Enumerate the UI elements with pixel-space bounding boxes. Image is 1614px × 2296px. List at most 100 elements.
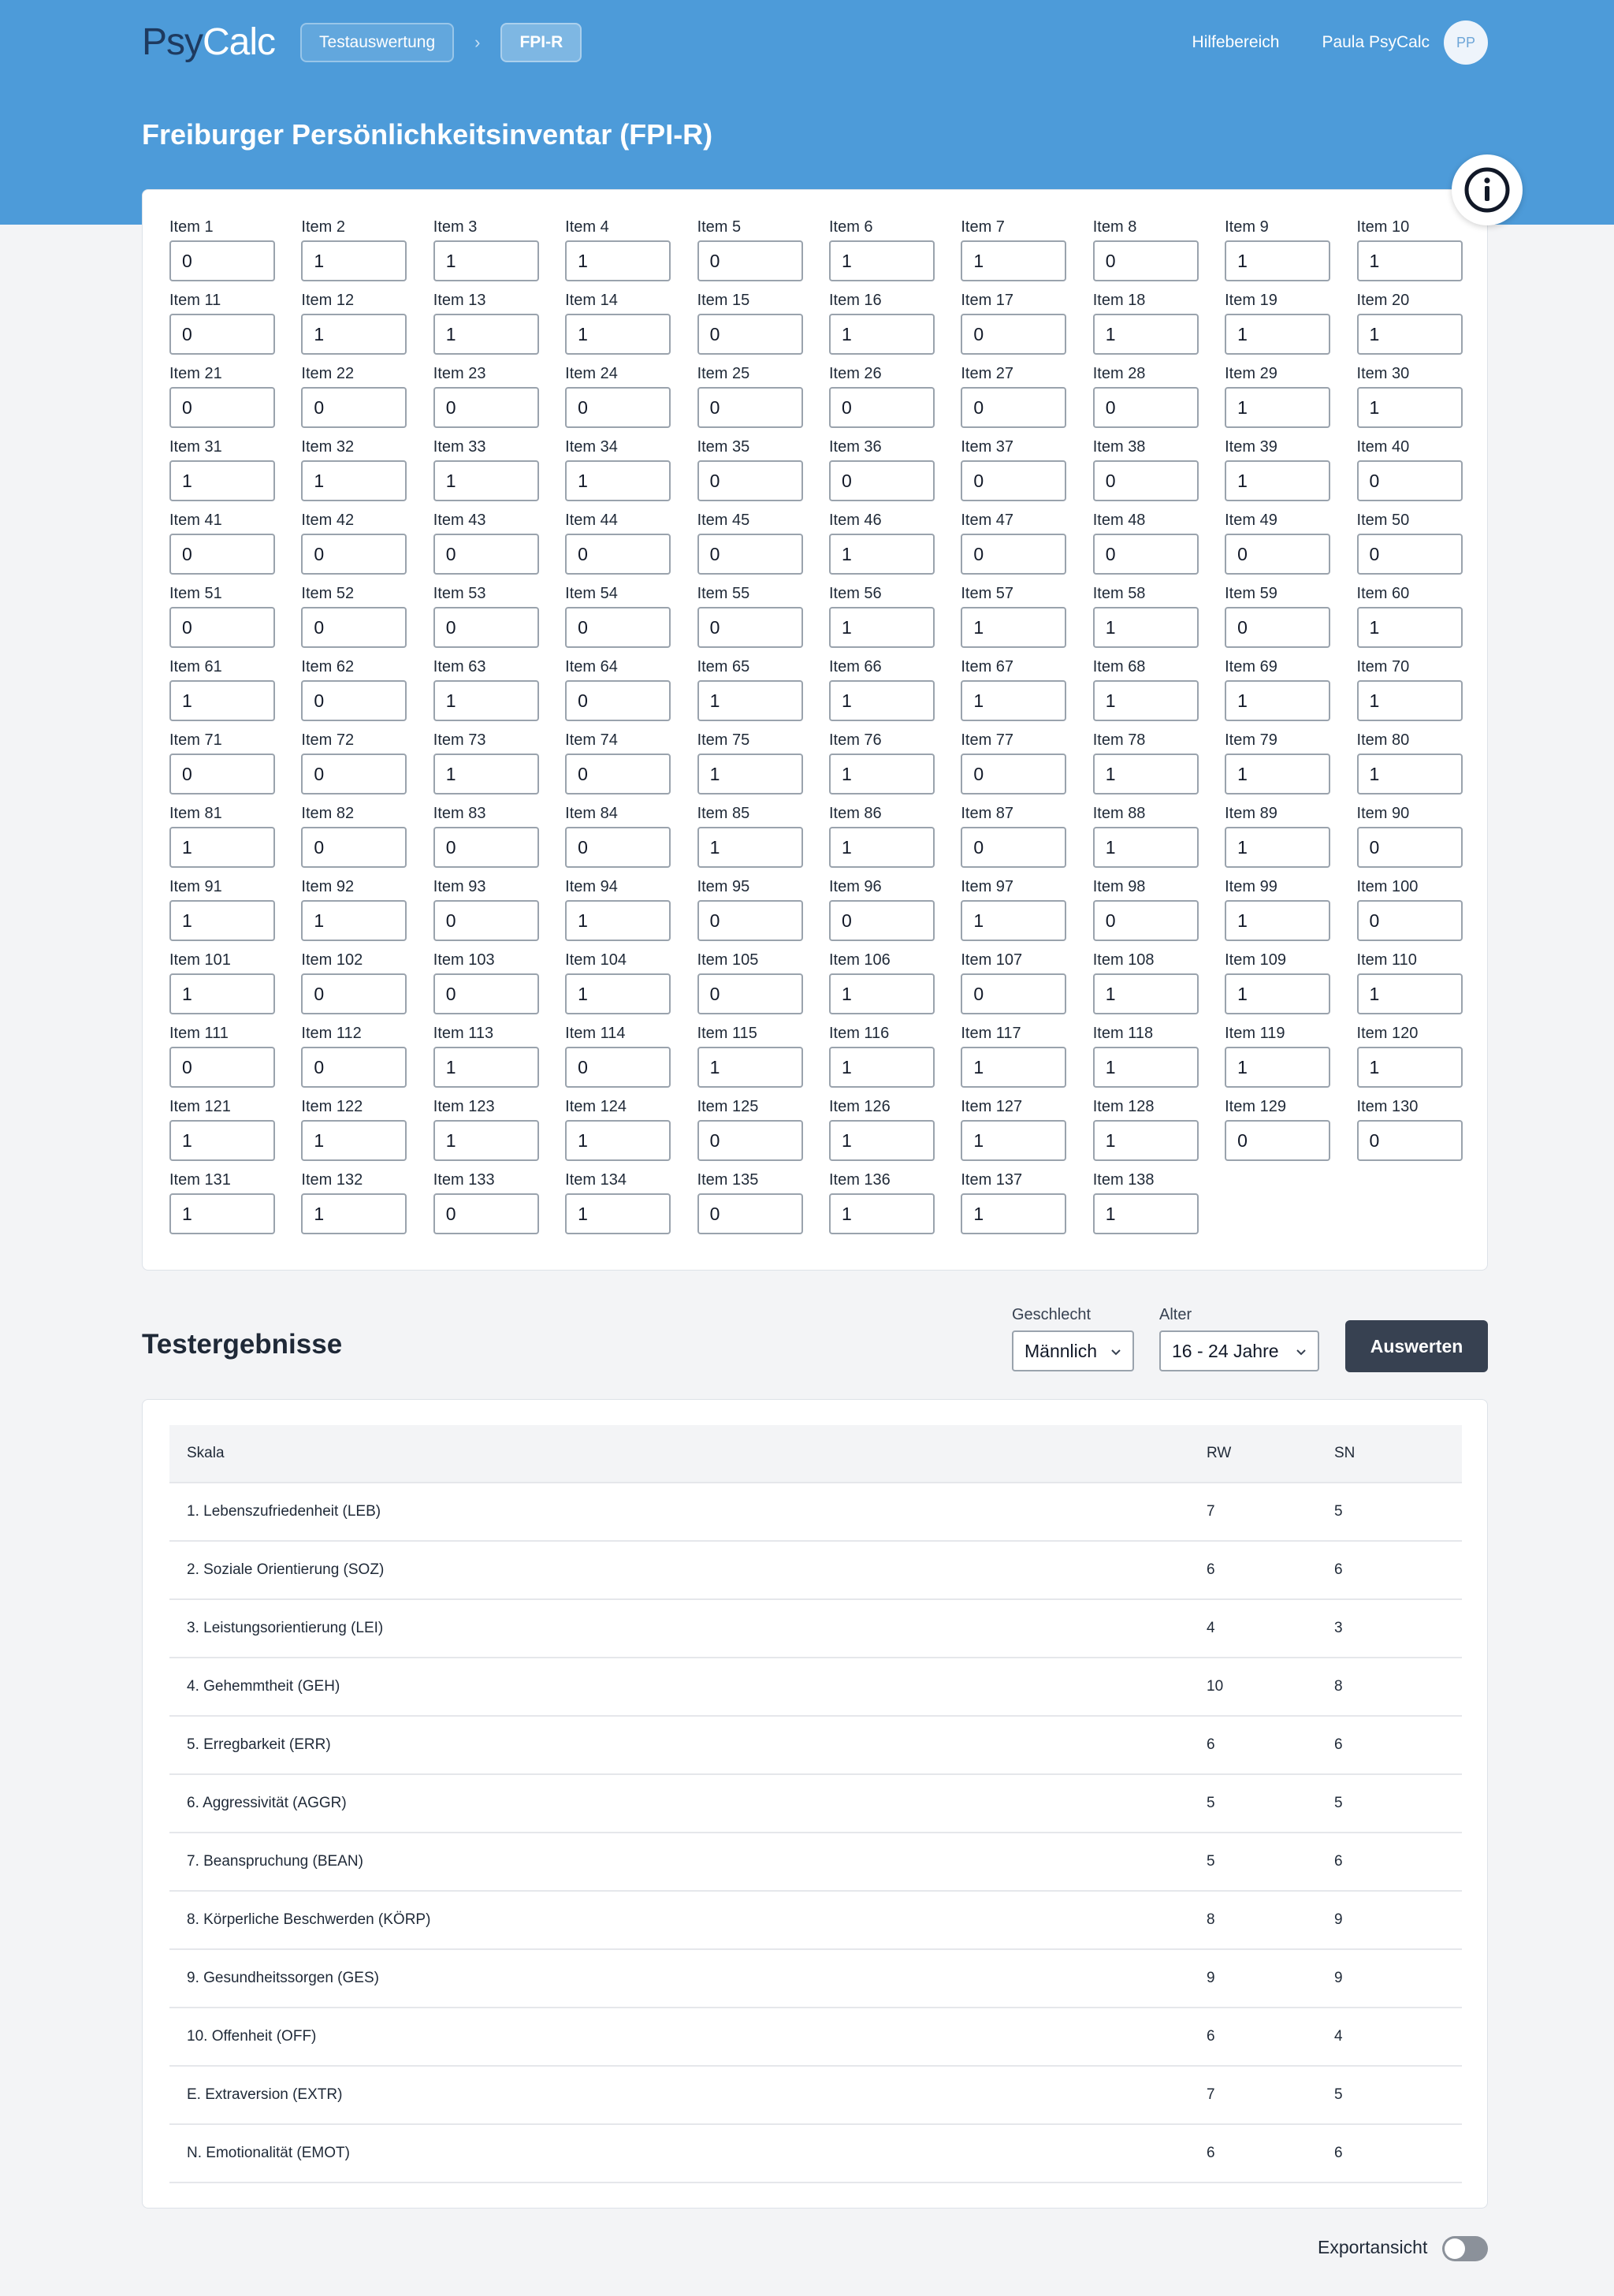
item-input[interactable] xyxy=(169,387,275,428)
item-input[interactable] xyxy=(301,607,407,648)
item-input[interactable] xyxy=(1092,1047,1199,1088)
item-input[interactable] xyxy=(697,240,803,281)
item-input[interactable] xyxy=(961,607,1067,648)
item-input[interactable] xyxy=(169,973,275,1014)
item-input[interactable] xyxy=(301,534,407,575)
item-input[interactable] xyxy=(1092,827,1199,868)
item-input[interactable] xyxy=(697,607,803,648)
item-input[interactable] xyxy=(828,900,935,941)
info-button[interactable] xyxy=(1452,154,1523,225)
item-input[interactable] xyxy=(1356,680,1463,721)
item-input[interactable] xyxy=(1225,1047,1331,1088)
item-input[interactable] xyxy=(1356,314,1463,355)
item-input[interactable] xyxy=(697,680,803,721)
item-input[interactable] xyxy=(1225,680,1331,721)
item-input[interactable] xyxy=(1092,1193,1199,1234)
item-input[interactable] xyxy=(301,900,407,941)
item-input[interactable] xyxy=(1225,827,1331,868)
item-input[interactable] xyxy=(1225,754,1331,794)
item-input[interactable] xyxy=(169,607,275,648)
item-input[interactable] xyxy=(433,534,539,575)
item-input[interactable] xyxy=(1356,534,1463,575)
item-input[interactable] xyxy=(961,534,1067,575)
item-input[interactable] xyxy=(828,1047,935,1088)
item-input[interactable] xyxy=(1225,973,1331,1014)
item-input[interactable] xyxy=(1092,754,1199,794)
item-input[interactable] xyxy=(828,240,935,281)
item-input[interactable] xyxy=(828,607,935,648)
item-input[interactable] xyxy=(1356,754,1463,794)
item-input[interactable] xyxy=(433,607,539,648)
item-input[interactable] xyxy=(433,1193,539,1234)
item-input[interactable] xyxy=(1092,534,1199,575)
item-input[interactable] xyxy=(1225,387,1331,428)
gender-select[interactable]: Männlich xyxy=(1012,1330,1134,1371)
item-input[interactable] xyxy=(301,680,407,721)
item-input[interactable] xyxy=(565,460,671,501)
item-input[interactable] xyxy=(565,240,671,281)
item-input[interactable] xyxy=(433,1120,539,1161)
psycalc-logo[interactable]: PsyCalc xyxy=(142,20,276,65)
item-input[interactable] xyxy=(1356,607,1463,648)
item-input[interactable] xyxy=(697,1193,803,1234)
item-input[interactable] xyxy=(1092,680,1199,721)
item-input[interactable] xyxy=(1356,460,1463,501)
item-input[interactable] xyxy=(433,460,539,501)
item-input[interactable] xyxy=(565,534,671,575)
item-input[interactable] xyxy=(565,827,671,868)
item-input[interactable] xyxy=(697,460,803,501)
item-input[interactable] xyxy=(433,680,539,721)
item-input[interactable] xyxy=(1225,460,1331,501)
item-input[interactable] xyxy=(433,240,539,281)
export-view-toggle[interactable] xyxy=(1442,2236,1488,2261)
item-input[interactable] xyxy=(565,973,671,1014)
item-input[interactable] xyxy=(301,387,407,428)
evaluate-button[interactable]: Auswerten xyxy=(1345,1320,1488,1372)
item-input[interactable] xyxy=(565,900,671,941)
item-input[interactable] xyxy=(565,607,671,648)
item-input[interactable] xyxy=(697,827,803,868)
item-input[interactable] xyxy=(301,827,407,868)
item-input[interactable] xyxy=(169,754,275,794)
item-input[interactable] xyxy=(697,534,803,575)
item-input[interactable] xyxy=(1356,900,1463,941)
item-input[interactable] xyxy=(1225,534,1331,575)
item-input[interactable] xyxy=(169,680,275,721)
item-input[interactable] xyxy=(433,1047,539,1088)
item-input[interactable] xyxy=(961,973,1067,1014)
item-input[interactable] xyxy=(565,314,671,355)
item-input[interactable] xyxy=(301,240,407,281)
item-input[interactable] xyxy=(1092,240,1199,281)
item-input[interactable] xyxy=(565,1193,671,1234)
item-input[interactable] xyxy=(828,827,935,868)
item-input[interactable] xyxy=(1356,387,1463,428)
item-input[interactable] xyxy=(169,1120,275,1161)
item-input[interactable] xyxy=(961,460,1067,501)
item-input[interactable] xyxy=(1225,900,1331,941)
item-input[interactable] xyxy=(1092,607,1199,648)
item-input[interactable] xyxy=(697,1047,803,1088)
item-input[interactable] xyxy=(697,1120,803,1161)
item-input[interactable] xyxy=(1356,973,1463,1014)
item-input[interactable] xyxy=(1356,827,1463,868)
item-input[interactable] xyxy=(961,240,1067,281)
item-input[interactable] xyxy=(961,1193,1067,1234)
item-input[interactable] xyxy=(961,827,1067,868)
item-input[interactable] xyxy=(301,1120,407,1161)
item-input[interactable] xyxy=(1092,900,1199,941)
item-input[interactable] xyxy=(697,900,803,941)
item-input[interactable] xyxy=(828,754,935,794)
item-input[interactable] xyxy=(301,314,407,355)
item-input[interactable] xyxy=(1225,314,1331,355)
item-input[interactable] xyxy=(1225,1120,1331,1161)
item-input[interactable] xyxy=(169,900,275,941)
item-input[interactable] xyxy=(169,534,275,575)
item-input[interactable] xyxy=(301,1193,407,1234)
item-input[interactable] xyxy=(828,460,935,501)
item-input[interactable] xyxy=(1356,1047,1463,1088)
item-input[interactable] xyxy=(1092,314,1199,355)
item-input[interactable] xyxy=(433,387,539,428)
help-link[interactable]: Hilfebereich xyxy=(1192,33,1280,52)
item-input[interactable] xyxy=(433,900,539,941)
item-input[interactable] xyxy=(961,314,1067,355)
